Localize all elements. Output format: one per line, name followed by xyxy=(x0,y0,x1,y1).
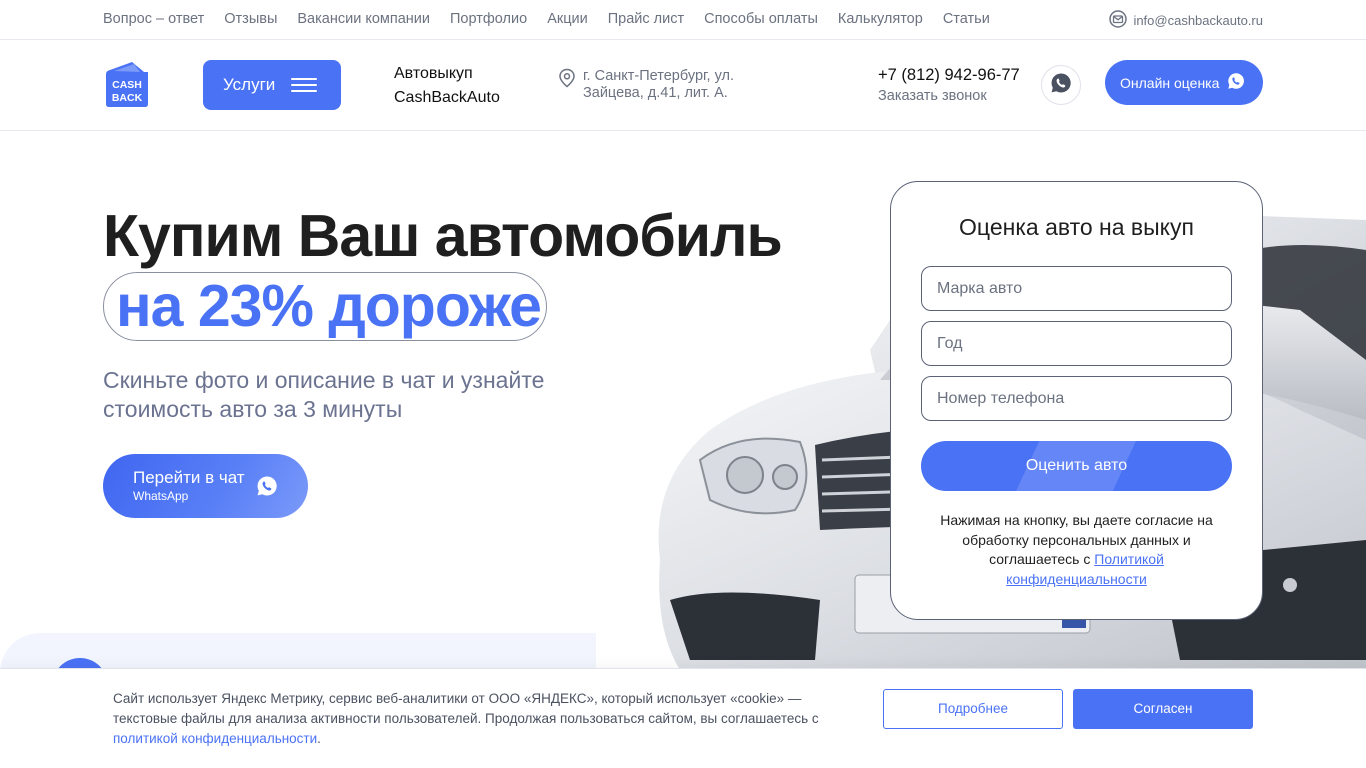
phone-number-input[interactable] xyxy=(921,376,1232,421)
car-brand-input[interactable] xyxy=(921,266,1232,311)
cookie-policy-link[interactable]: политикой конфиденциальности xyxy=(113,731,317,746)
cookie-suffix: . xyxy=(317,731,321,746)
nav-link-articles[interactable]: Статьи xyxy=(943,11,990,27)
services-label: Услуги xyxy=(223,75,276,94)
cookie-body: Сайт использует Яндекс Метрику, сервис в… xyxy=(113,691,819,726)
whatsapp-icon xyxy=(256,475,278,502)
phone-block: +7 (812) 942-96-77 Заказать звонок xyxy=(878,66,1020,104)
services-menu-button[interactable]: Услуги xyxy=(203,60,341,110)
consent-body: Нажимая на кнопку, вы даете согласие на … xyxy=(940,512,1213,567)
form-title: Оценка авто на выкуп xyxy=(959,214,1194,240)
email-link[interactable]: info@cashbackauto.ru xyxy=(1109,10,1263,31)
request-call-link[interactable]: Заказать звонок xyxy=(878,88,1020,104)
nav-link-faq[interactable]: Вопрос – ответ xyxy=(103,11,204,27)
submit-label: Оценить авто xyxy=(1025,457,1128,474)
whatsapp-icon xyxy=(1227,72,1245,93)
online-estimate-button[interactable]: Онлайн оценка xyxy=(1105,60,1263,105)
estimate-submit-button[interactable]: Оценить авто xyxy=(921,441,1232,491)
whatsapp-header-button[interactable] xyxy=(1041,65,1081,105)
brand-line-1: Автовыкуп xyxy=(394,65,473,82)
nav-link-reviews[interactable]: Отзывы xyxy=(224,11,277,27)
cookie-text: Сайт использует Яндекс Метрику, сервис в… xyxy=(113,689,853,749)
chat-button-label: Перейти в чат xyxy=(133,468,245,487)
brand-line-2: CashBackAuto xyxy=(394,89,500,106)
top-nav: Вопрос – ответ Отзывы Вакансии компании … xyxy=(0,0,1366,40)
cookie-more-button[interactable]: Подробнее xyxy=(883,689,1063,729)
brand-name: Автовыкуп CashBackAuto xyxy=(394,62,500,110)
svg-text:BACK: BACK xyxy=(112,92,143,104)
address-text: г. Санкт-Петербург, ул. Зайцева, д.41, л… xyxy=(583,68,735,101)
address-block: г. Санкт-Петербург, ул. Зайцева, д.41, л… xyxy=(558,68,753,102)
email-text: info@cashbackauto.ru xyxy=(1133,13,1263,28)
hamburger-icon xyxy=(291,78,317,92)
phone-number-link[interactable]: +7 (812) 942-96-77 xyxy=(878,66,1020,85)
whatsapp-chat-button[interactable]: Перейти в чат WhatsApp xyxy=(103,454,308,518)
nav-link-payment-methods[interactable]: Способы оплаты xyxy=(704,11,818,27)
hero-highlight-pill: на 23% дороже xyxy=(103,272,547,341)
mail-icon xyxy=(1109,10,1128,31)
car-year-input[interactable] xyxy=(921,321,1232,366)
cookie-banner: Сайт использует Яндекс Метрику, сервис в… xyxy=(0,668,1366,768)
location-pin-icon xyxy=(558,68,576,102)
nav-link-promotions[interactable]: Акции xyxy=(547,11,588,27)
consent-text: Нажимая на кнопку, вы даете согласие на … xyxy=(921,511,1232,589)
car-estimate-form: Оценка авто на выкуп Оценить авто Нажима… xyxy=(890,181,1263,620)
online-estimate-label: Онлайн оценка xyxy=(1120,74,1220,91)
chat-button-sublabel: WhatsApp xyxy=(133,489,189,503)
whatsapp-icon xyxy=(1050,72,1072,99)
nav-link-vacancies[interactable]: Вакансии компании xyxy=(297,11,430,27)
hero-highlight-text: на 23% дороже xyxy=(116,273,542,339)
nav-link-calculator[interactable]: Калькулятор xyxy=(838,11,923,27)
nav-link-portfolio[interactable]: Портфолио xyxy=(450,11,527,27)
hero-title: Купим Ваш автомобиль xyxy=(103,203,783,269)
cookie-agree-button[interactable]: Согласен xyxy=(1073,689,1253,729)
cashback-logo[interactable]: CASH BACK xyxy=(104,60,150,108)
hero-subtitle: Скиньте фото и описание в чат и узнайте … xyxy=(103,367,545,422)
site-header: CASH BACK Услуги Автовыкуп CashBackAuto … xyxy=(0,40,1366,131)
svg-text:CASH: CASH xyxy=(112,79,142,91)
nav-link-price-list[interactable]: Прайс лист xyxy=(608,11,684,27)
top-nav-links: Вопрос – ответ Отзывы Вакансии компании … xyxy=(103,11,990,27)
